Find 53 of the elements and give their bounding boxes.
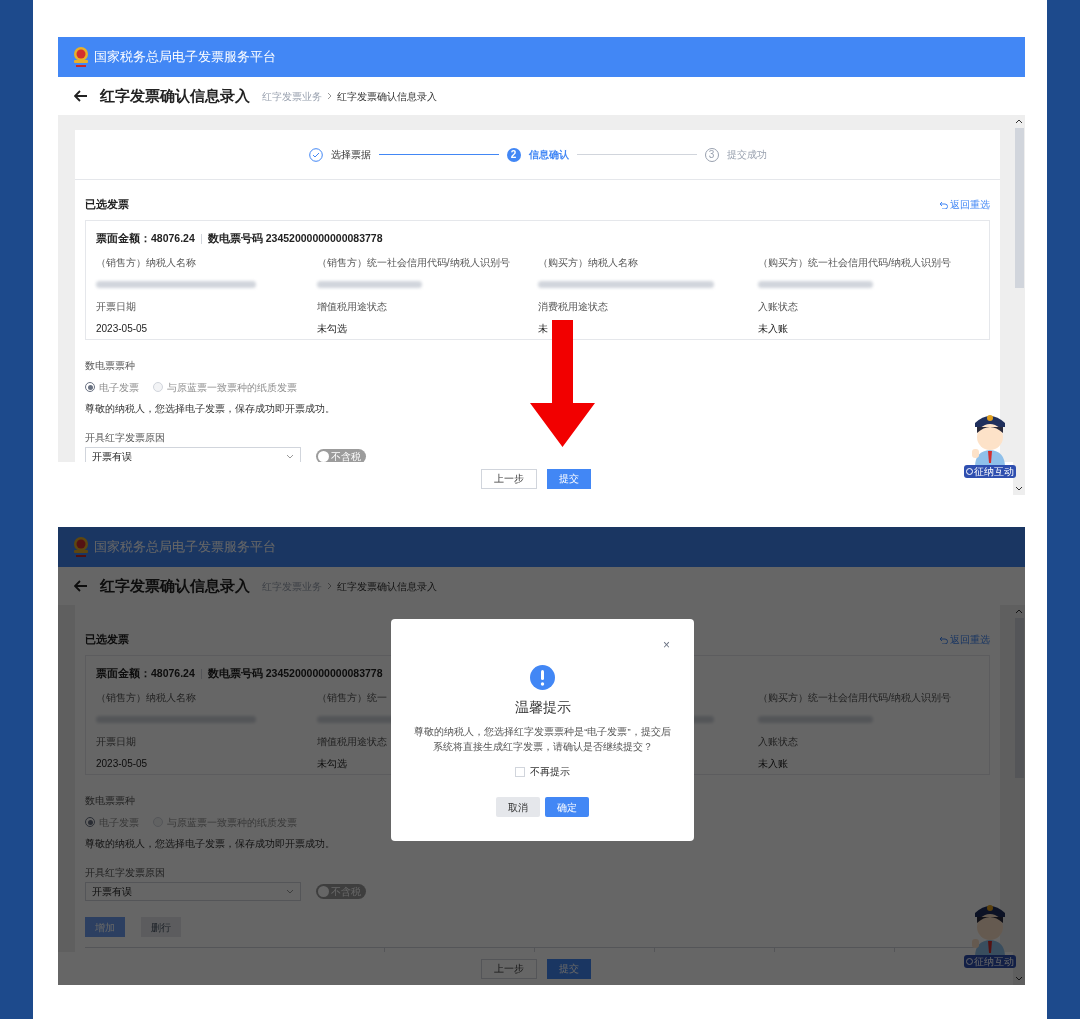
cancel-button[interactable]: 取消: [496, 797, 540, 817]
step-label: 信息确认: [528, 148, 569, 162]
breadcrumb-item[interactable]: 红字发票业务: [262, 88, 322, 104]
mascot-badge[interactable]: 征纳互动: [964, 465, 1016, 478]
field-value: 未: [537, 321, 548, 336]
field-label: 入账状态: [758, 299, 799, 314]
field-label: 消费税用途状态: [537, 299, 608, 314]
notice-text: 尊敬的纳税人，您选择电子发票，保存成功即开票成功。: [85, 402, 336, 415]
section-title: 已选发票: [85, 631, 129, 647]
section-title: 已选发票: [85, 196, 129, 212]
tax-toggle[interactable]: 不含税: [316, 449, 366, 462]
invoice-number-text: 数电票号码 23452000000000083778: [207, 231, 383, 247]
submit-button[interactable]: 提交: [546, 468, 591, 489]
mascot-badge[interactable]: 征纳互动: [964, 955, 1016, 968]
return-link[interactable]: 返回重选: [939, 631, 990, 647]
reason-select[interactable]: 开票有误: [85, 882, 301, 901]
field-label: （购买方）统一社会信用代码/纳税人识别号: [758, 255, 952, 270]
return-link[interactable]: 返回重选: [939, 196, 990, 212]
field-value: 未入账: [758, 321, 789, 336]
field-label: 数电票票种: [85, 359, 136, 372]
field-value: 2023-05-05: [96, 321, 148, 336]
field-value: 2023-05-05: [96, 756, 148, 771]
field-label: 开具红字发票原因: [85, 431, 166, 444]
dialog-title: 温馨提示: [514, 698, 571, 717]
header-title: 国家税务总局电子发票服务平台: [94, 48, 276, 67]
step-number: 2: [506, 147, 521, 162]
confirm-button[interactable]: 确定: [545, 797, 589, 817]
breadcrumb-item: 红字发票确认信息录入: [337, 579, 437, 594]
field-label: （销售方）统一社会信用代码/纳税人识别号: [316, 255, 510, 270]
amount-text: 票面金额：48076.24: [96, 666, 195, 682]
step-label: 提交成功: [726, 148, 767, 162]
field-label: （销售方）纳税人名称: [96, 255, 196, 270]
dont-show-again-checkbox[interactable]: 不再提示: [515, 764, 570, 779]
amount-text: 票面金额：48076.24: [96, 231, 195, 247]
field-label: 入账状态: [758, 734, 799, 749]
invoice-number-text: 数电票号码 23452000000000083778: [207, 666, 383, 682]
field-value: 未入账: [758, 756, 789, 771]
page-title: 红字发票确认信息录入: [100, 85, 250, 106]
close-button[interactable]: ×: [663, 639, 670, 651]
step-label: 选择票据: [330, 148, 371, 162]
field-label: 数电票票种: [85, 794, 136, 807]
previous-button[interactable]: 上一步: [480, 468, 537, 489]
notice-text: 尊敬的纳税人，您选择电子发票，保存成功即开票成功。: [85, 837, 336, 850]
dialog-message: 尊敬的纳税人，您选择红字发票票种是“电子发票”，提交后系统将直接生成红字发票，请确认是否继续提交？: [413, 725, 672, 754]
field-value: 未勾选: [316, 321, 347, 336]
breadcrumb-item: 红字发票确认信息录入: [337, 89, 437, 104]
field-label: 增值税用途状态: [316, 299, 387, 314]
submit-button[interactable]: 提交: [546, 958, 591, 979]
page-title: 红字发票确认信息录入: [100, 575, 250, 596]
field-label: 开票日期: [96, 299, 136, 314]
field-value: 未勾选: [316, 756, 347, 771]
field-label: （购买方）纳税人名称: [537, 255, 638, 270]
header-title: 国家税务总局电子发票服务平台: [94, 538, 276, 557]
